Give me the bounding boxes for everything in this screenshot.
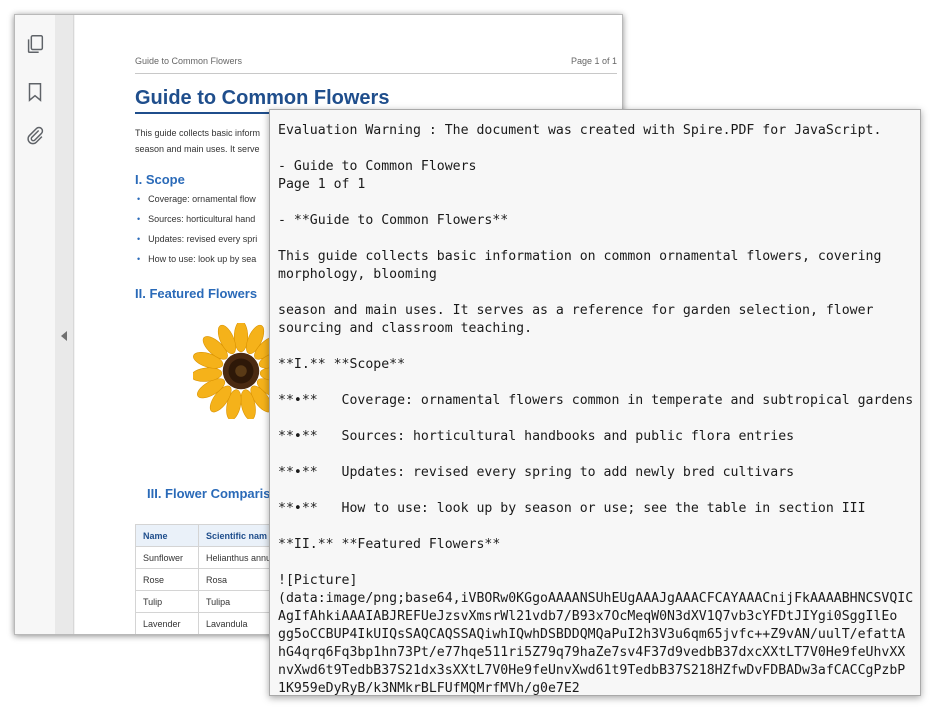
- header-title: Guide to Common Flowers: [135, 56, 243, 66]
- table-cell: Lavender: [135, 612, 199, 634]
- header-divider: [135, 73, 617, 74]
- list-item: How to use: look up by sea: [137, 253, 277, 273]
- intro-paragraph: This guide collects basic inform season …: [135, 125, 275, 157]
- bookmark-icon[interactable]: [23, 80, 47, 104]
- sidebar-collapse-handle[interactable]: [55, 15, 74, 634]
- copy-pages-icon[interactable]: [23, 32, 47, 56]
- scope-bullet-list: Coverage: ornamental flow Sources: horti…: [137, 193, 277, 273]
- section-heading-scope: I. Scope: [135, 172, 185, 187]
- table-cell: Rose: [135, 568, 199, 591]
- table-cell: Sunflower: [135, 546, 199, 569]
- list-item: Coverage: ornamental flow: [137, 193, 277, 213]
- column-header: Name: [135, 524, 199, 547]
- text-output-panel[interactable]: Evaluation Warning : The document was cr…: [269, 109, 921, 696]
- list-item: Sources: horticultural hand: [137, 213, 277, 233]
- table-cell: Tulip: [135, 590, 199, 613]
- section-heading-comparison: III. Flower Compariso: [147, 486, 279, 501]
- list-item: Updates: revised every spri: [137, 233, 277, 253]
- paperclip-icon[interactable]: [23, 124, 47, 148]
- intro-line: season and main uses. It serve: [135, 144, 260, 154]
- intro-line: This guide collects basic inform: [135, 128, 261, 138]
- viewer-sidebar: [15, 15, 56, 634]
- header-page-number: Page 1 of 1: [570, 56, 617, 66]
- page-header: Guide to Common Flowers Page 1 of 1: [135, 56, 617, 66]
- extracted-markdown-text[interactable]: Evaluation Warning : The document was cr…: [270, 110, 920, 695]
- section-heading-featured: II. Featured Flowers: [135, 286, 258, 301]
- chevron-left-icon[interactable]: [61, 331, 67, 341]
